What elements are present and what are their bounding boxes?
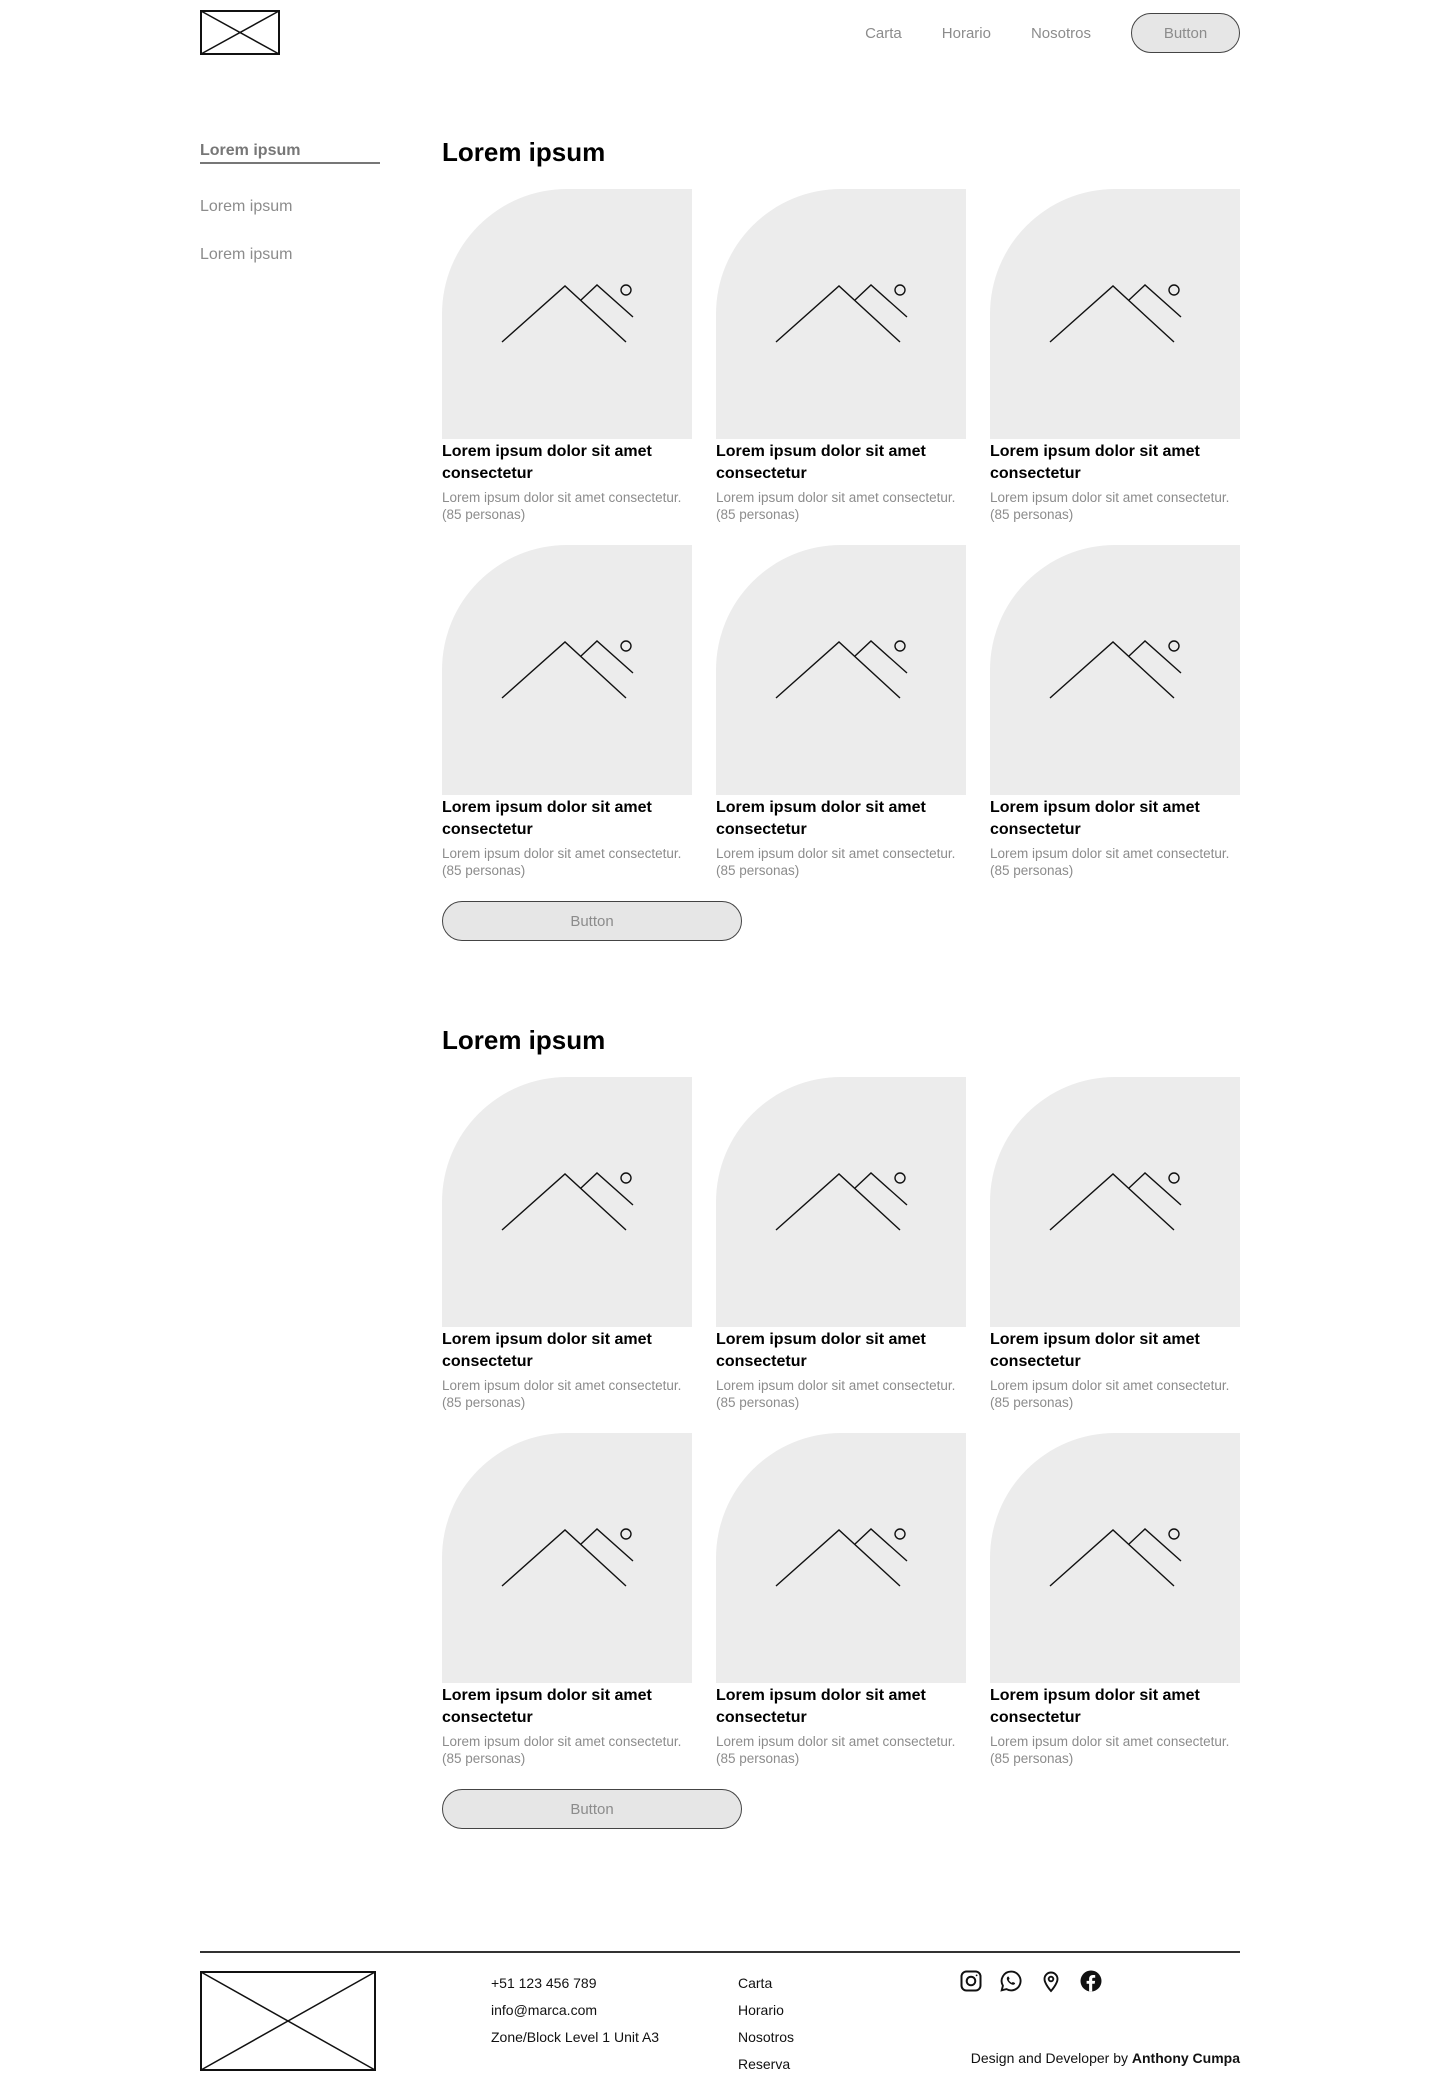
- credit-name: Anthony Cumpa: [1131, 2050, 1240, 2066]
- social-links: [959, 1969, 1103, 1993]
- card-title: Lorem ipsum dolor sit amet consectetur: [716, 1331, 926, 1370]
- card-image: [990, 189, 1240, 439]
- card-image: [990, 545, 1240, 795]
- card-grid: Lorem ipsum dolor sit amet consectetur Lo…: [442, 189, 1240, 901]
- image-placeholder-icon: [1049, 1528, 1182, 1587]
- image-placeholder-icon: [501, 1528, 634, 1587]
- image-placeholder-icon: [775, 640, 908, 699]
- dish-card[interactable]: Lorem ipsum dolor sit amet consectetur Lo…: [442, 1077, 692, 1433]
- card-description: Lorem ipsum dolor sit amet consectetur. …: [990, 1378, 1230, 1410]
- facebook-icon[interactable]: [1079, 1969, 1103, 1993]
- card-title: Lorem ipsum dolor sit amet consectetur: [990, 799, 1200, 838]
- image-placeholder-icon: [775, 284, 908, 343]
- dish-card[interactable]: Lorem ipsum dolor sit amet consectetur Lo…: [990, 1077, 1240, 1433]
- card-description: Lorem ipsum dolor sit amet consectetur. …: [716, 1378, 956, 1410]
- footer-phone[interactable]: +51 123 456 789: [491, 1970, 659, 1997]
- dish-card[interactable]: Lorem ipsum dolor sit amet consectetur Lo…: [990, 545, 1240, 901]
- card-description: Lorem ipsum dolor sit amet consectetur. …: [990, 846, 1230, 878]
- card-title: Lorem ipsum dolor sit amet consectetur: [716, 1687, 926, 1726]
- menu-section-2: Lorem ipsum Lorem ipsum dolor sit amet c…: [442, 1024, 1240, 1829]
- instagram-icon[interactable]: [959, 1969, 983, 1993]
- card-image: [442, 1077, 692, 1327]
- sidebar-item-2[interactable]: Lorem ipsum: [200, 198, 380, 216]
- image-placeholder-icon: [775, 1172, 908, 1231]
- card-description: Lorem ipsum dolor sit amet consectetur. …: [990, 1734, 1230, 1766]
- footer-credit: Design and Developer by Anthony Cumpa: [971, 2050, 1240, 2066]
- header-button[interactable]: Button: [1131, 13, 1240, 53]
- card-description: Lorem ipsum dolor sit amet consectetur. …: [442, 490, 682, 522]
- card-title: Lorem ipsum dolor sit amet consectetur: [990, 1687, 1200, 1726]
- card-title: Lorem ipsum dolor sit amet consectetur: [442, 799, 652, 838]
- image-placeholder-icon: [1049, 640, 1182, 699]
- dish-card[interactable]: Lorem ipsum dolor sit amet consectetur Lo…: [716, 189, 966, 545]
- dish-card[interactable]: Lorem ipsum dolor sit amet consectetur Lo…: [442, 545, 692, 901]
- credit-prefix: Design and Developer by: [970, 2050, 1128, 2066]
- footer-links: Carta Horario Nosotros Reserva: [738, 1970, 794, 2078]
- footer-link-nosotros[interactable]: Nosotros: [738, 2024, 794, 2051]
- section-button[interactable]: Button: [442, 1789, 742, 1829]
- card-image: [716, 545, 966, 795]
- nav-link-nosotros[interactable]: Nosotros: [1031, 25, 1091, 42]
- section-title: Lorem ipsum: [442, 1025, 606, 1055]
- footer-link-carta[interactable]: Carta: [738, 1970, 794, 1997]
- card-image: [716, 189, 966, 439]
- card-description: Lorem ipsum dolor sit amet consectetur. …: [716, 846, 956, 878]
- dish-card[interactable]: Lorem ipsum dolor sit amet consectetur Lo…: [990, 1433, 1240, 1789]
- footer-link-horario[interactable]: Horario: [738, 1997, 794, 2024]
- dish-card[interactable]: Lorem ipsum dolor sit amet consectetur Lo…: [716, 1433, 966, 1789]
- image-placeholder-icon: [1049, 1172, 1182, 1231]
- footer-logo-placeholder[interactable]: [200, 1971, 376, 2071]
- nav-link-horario[interactable]: Horario: [942, 25, 991, 42]
- card-image: [990, 1077, 1240, 1327]
- image-placeholder-icon: [501, 640, 634, 699]
- card-title: Lorem ipsum dolor sit amet consectetur: [716, 799, 926, 838]
- card-description: Lorem ipsum dolor sit amet consectetur. …: [716, 490, 956, 522]
- brand-logo-placeholder[interactable]: [200, 10, 280, 55]
- menu-section-1: Lorem ipsum Lorem ipsum dolor sit amet c…: [442, 136, 1240, 941]
- card-description: Lorem ipsum dolor sit amet consectetur. …: [442, 1734, 682, 1766]
- footer-contact: +51 123 456 789 info@marca.com Zone/Bloc…: [491, 1970, 659, 2051]
- card-image: [716, 1433, 966, 1683]
- sidebar-item-1[interactable]: Lorem ipsum: [200, 142, 380, 164]
- image-placeholder-icon: [501, 284, 634, 343]
- whatsapp-icon[interactable]: [999, 1969, 1023, 1993]
- image-placeholder-icon: [775, 1528, 908, 1587]
- card-title: Lorem ipsum dolor sit amet consectetur: [716, 443, 926, 482]
- section-button[interactable]: Button: [442, 901, 742, 941]
- dish-card[interactable]: Lorem ipsum dolor sit amet consectetur Lo…: [442, 1433, 692, 1789]
- card-description: Lorem ipsum dolor sit amet consectetur. …: [442, 1378, 682, 1410]
- card-image: [442, 545, 692, 795]
- sidebar-item-3[interactable]: Lorem ipsum: [200, 246, 380, 264]
- image-placeholder-icon: [501, 1172, 634, 1231]
- dish-card[interactable]: Lorem ipsum dolor sit amet consectetur Lo…: [716, 545, 966, 901]
- card-image: [442, 189, 692, 439]
- category-sidebar: Lorem ipsum Lorem ipsum Lorem ipsum: [200, 142, 380, 294]
- footer-link-reserva[interactable]: Reserva: [738, 2051, 794, 2078]
- card-description: Lorem ipsum dolor sit amet consectetur. …: [716, 1734, 956, 1766]
- card-title: Lorem ipsum dolor sit amet consectetur: [990, 443, 1200, 482]
- card-description: Lorem ipsum dolor sit amet consectetur. …: [442, 846, 682, 878]
- nav-link-carta[interactable]: Carta: [865, 25, 902, 42]
- footer-address: Zone/Block Level 1 Unit A3: [491, 2029, 660, 2045]
- footer-email[interactable]: info@marca.com: [491, 1997, 659, 2024]
- footer-divider: [200, 1951, 1240, 1953]
- card-title: Lorem ipsum dolor sit amet consectetur: [442, 443, 652, 482]
- dish-card[interactable]: Lorem ipsum dolor sit amet consectetur Lo…: [442, 189, 692, 545]
- section-title: Lorem ipsum: [442, 137, 606, 167]
- card-grid: Lorem ipsum dolor sit amet consectetur Lo…: [442, 1077, 1240, 1789]
- dish-card[interactable]: Lorem ipsum dolor sit amet consectetur Lo…: [716, 1077, 966, 1433]
- card-title: Lorem ipsum dolor sit amet consectetur: [442, 1331, 652, 1370]
- card-title: Lorem ipsum dolor sit amet consectetur: [990, 1331, 1200, 1370]
- card-image: [990, 1433, 1240, 1683]
- card-title: Lorem ipsum dolor sit amet consectetur: [442, 1687, 652, 1726]
- location-pin-icon[interactable]: [1039, 1969, 1063, 1993]
- card-image: [716, 1077, 966, 1327]
- card-description: Lorem ipsum dolor sit amet consectetur. …: [990, 490, 1230, 522]
- card-image: [442, 1433, 692, 1683]
- dish-card[interactable]: Lorem ipsum dolor sit amet consectetur Lo…: [990, 189, 1240, 545]
- top-nav: Carta Horario Nosotros Button: [865, 13, 1240, 53]
- image-placeholder-icon: [1049, 284, 1182, 343]
